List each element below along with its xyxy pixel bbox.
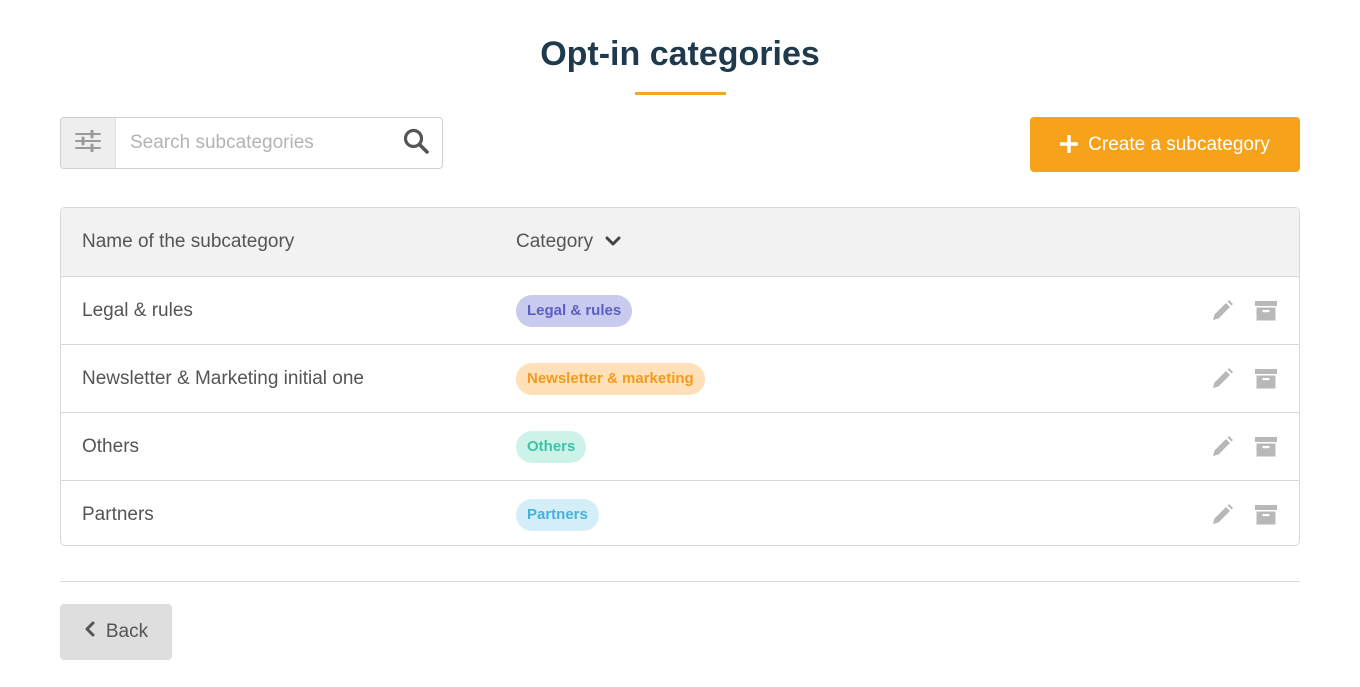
back-button[interactable]: Back — [60, 604, 172, 660]
table-row: Partners Partners — [61, 481, 1299, 545]
archive-icon[interactable] — [1254, 435, 1278, 459]
subcategories-table: Name of the subcategory Category Legal &… — [60, 207, 1300, 546]
column-header-name: Name of the subcategory — [82, 231, 295, 252]
table-row: Others Others — [61, 413, 1299, 481]
table-row: Newsletter & Marketing initial one Newsl… — [61, 345, 1299, 413]
archive-icon[interactable] — [1254, 503, 1278, 527]
row-actions — [1210, 299, 1278, 323]
archive-icon[interactable] — [1254, 299, 1278, 323]
subcategory-name: Legal & rules — [82, 299, 193, 321]
subcategory-name: Others — [82, 435, 140, 457]
pencil-icon[interactable] — [1210, 503, 1234, 527]
chevron-down-icon — [605, 231, 621, 253]
category-badge: Legal & rules — [516, 294, 633, 327]
table-header: Name of the subcategory Category — [61, 208, 1299, 277]
back-label: Back — [105, 621, 149, 642]
footer-divider — [60, 581, 1300, 582]
plus-icon — [1059, 131, 1079, 157]
table-row: Legal & rules Legal & rules — [61, 277, 1299, 345]
search-bar — [60, 117, 443, 169]
magnifier-icon — [403, 128, 429, 159]
row-actions — [1210, 435, 1278, 459]
page-title: Opt-in categories — [540, 35, 820, 73]
search-button[interactable] — [390, 118, 442, 168]
category-badge: Newsletter & marketing — [516, 362, 705, 395]
search-input[interactable] — [116, 118, 390, 168]
filter-button[interactable] — [61, 118, 116, 168]
pencil-icon[interactable] — [1210, 367, 1234, 391]
archive-icon[interactable] — [1254, 367, 1278, 391]
category-badge: Partners — [516, 498, 599, 531]
subcategory-name: Partners — [82, 503, 154, 525]
create-subcategory-button[interactable]: Create a subcategory — [1030, 117, 1300, 172]
chevron-left-icon — [84, 621, 96, 643]
column-header-category-label: Category — [516, 231, 594, 252]
pencil-icon[interactable] — [1210, 435, 1234, 459]
row-actions — [1210, 367, 1278, 391]
create-subcategory-label: Create a subcategory — [1088, 133, 1270, 155]
page: Opt-in categories Search subcategories C… — [0, 0, 1360, 687]
row-actions — [1210, 503, 1278, 527]
subcategory-name: Newsletter & Marketing initial one — [82, 367, 364, 389]
column-header-category[interactable]: Category — [516, 231, 621, 253]
title-underline — [635, 92, 726, 95]
pencil-icon[interactable] — [1210, 299, 1234, 323]
category-badge: Others — [516, 430, 587, 463]
sliders-icon — [75, 129, 101, 157]
